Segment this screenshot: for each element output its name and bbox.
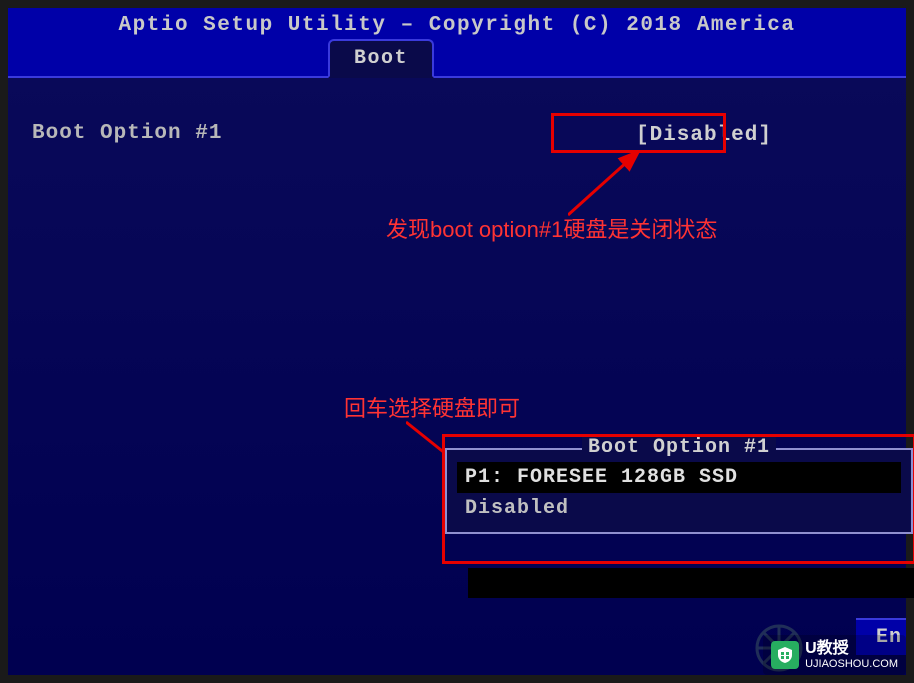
header-title: Aptio Setup Utility – Copyright (C) 2018…: [8, 12, 906, 37]
watermark: U教授 UJIAOSHOU.COM: [763, 635, 906, 675]
annotation-text-1: 发现boot option#1硬盘是关闭状态: [386, 212, 717, 244]
popup-shadow: [468, 568, 914, 598]
annotation-box-popup: [442, 434, 914, 564]
bios-screen: Aptio Setup Utility – Copyright (C) 2018…: [8, 8, 906, 675]
annotation-box-disabled: [551, 113, 726, 153]
watermark-text: U教授 UJIAOSHOU.COM: [805, 639, 898, 671]
tab-bar: Boot: [328, 39, 434, 78]
watermark-title: U教授: [805, 639, 898, 658]
watermark-shield-icon: [771, 641, 799, 669]
tab-boot[interactable]: Boot: [328, 39, 434, 78]
annotation-text-2: 回车选择硬盘即可: [344, 391, 520, 423]
bios-header: Aptio Setup Utility – Copyright (C) 2018…: [8, 8, 906, 78]
watermark-url: UJIAOSHOU.COM: [805, 658, 898, 671]
boot-option-1-label: Boot Option #1: [32, 122, 222, 149]
